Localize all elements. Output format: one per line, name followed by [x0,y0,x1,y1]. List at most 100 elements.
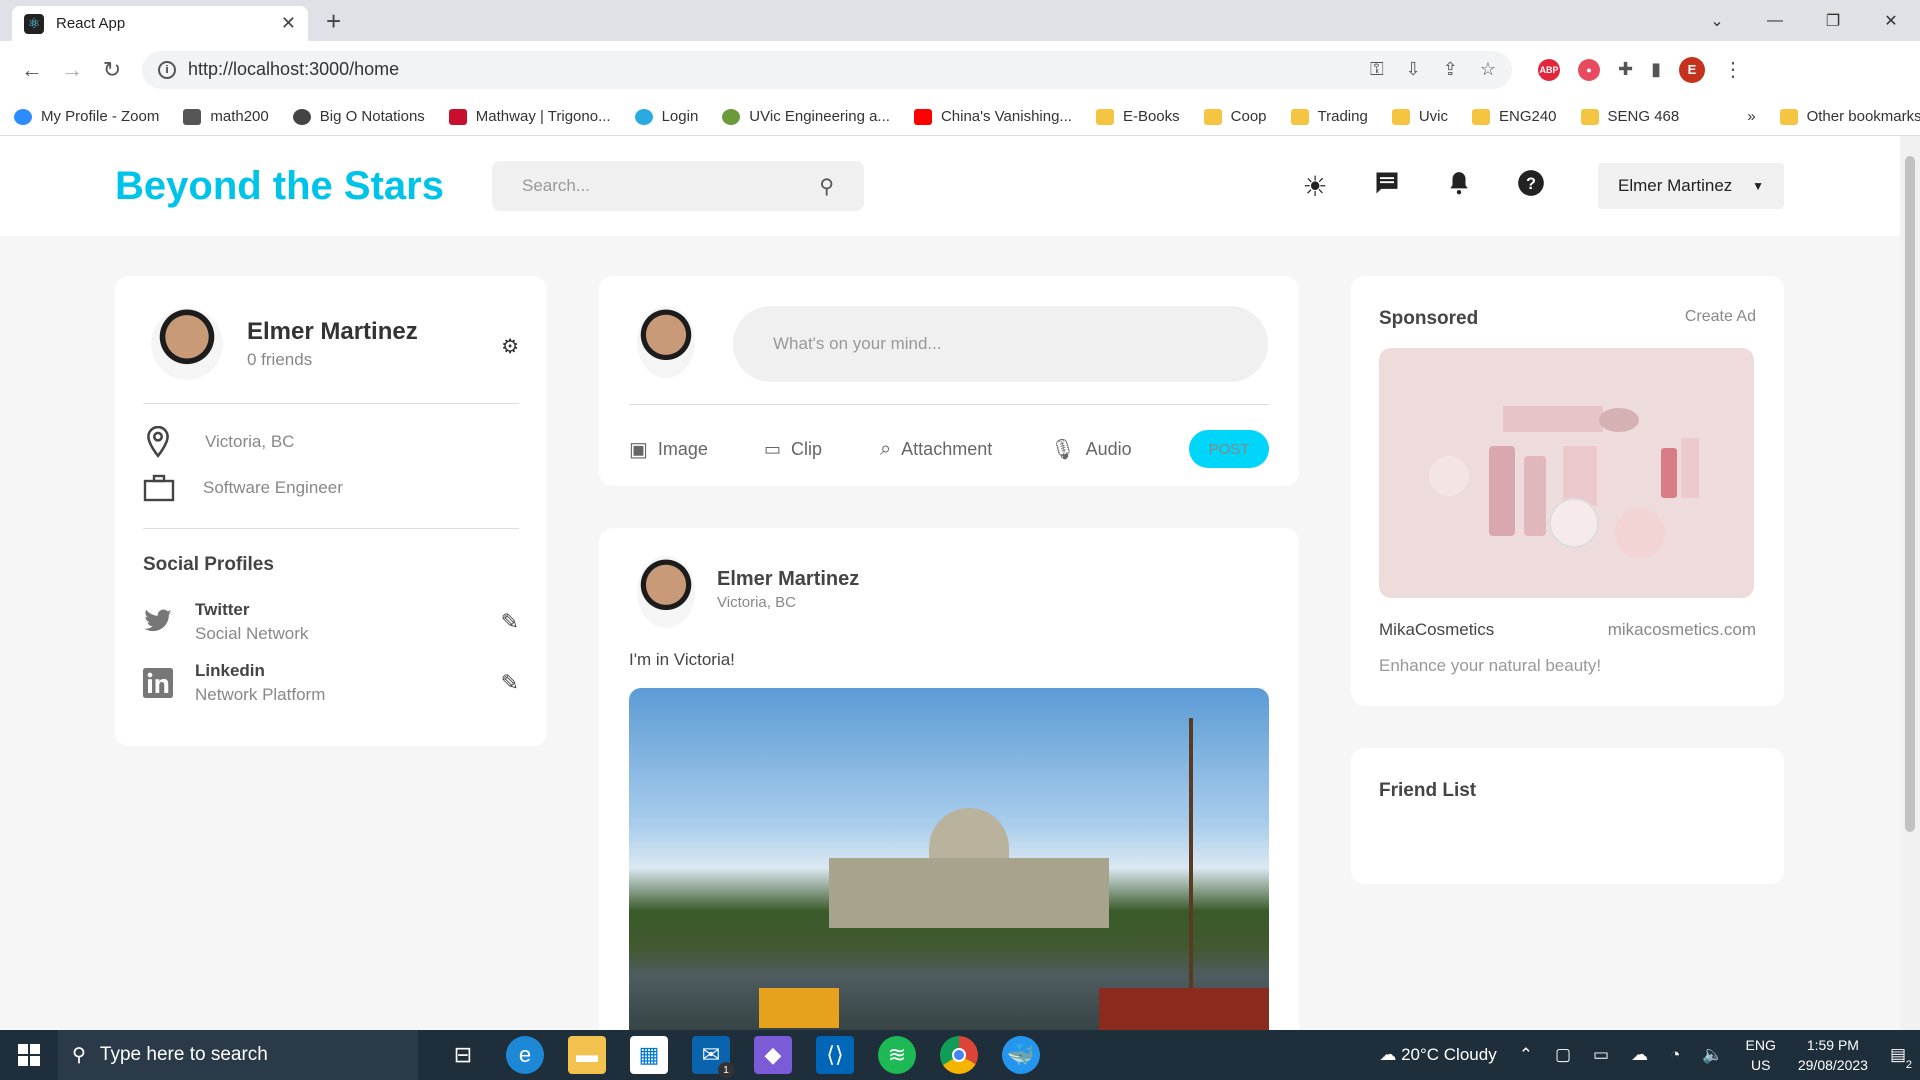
bookmark-folder[interactable]: E-Books [1095,108,1180,125]
profile-card: Elmer Martinez 0 friends ⚙ Victoria, BC … [115,276,547,746]
bookmark-folder[interactable]: ENG240 [1471,108,1557,125]
message-icon[interactable] [1372,169,1402,204]
bookmark-folder[interactable]: Uvic [1391,108,1448,125]
profile-avatar[interactable]: E [1679,56,1705,83]
user-dropdown[interactable]: Elmer Martinez ▼ [1598,163,1784,209]
manage-account-icon[interactable]: ⚙ [501,334,519,359]
battery-icon[interactable]: ▭ [1593,1045,1609,1065]
reload-icon[interactable]: ↻ [92,57,132,83]
bookmark-item[interactable]: Mathway | Trigono... [448,108,611,125]
create-ad-link[interactable]: Create Ad [1685,308,1756,326]
sidepanel-icon[interactable]: ▮ [1651,59,1661,80]
edge-icon[interactable]: e [506,1036,544,1074]
maximize-button[interactable]: ❐ [1804,0,1862,41]
bookmark-item[interactable]: Login [634,108,698,125]
tab-search-icon[interactable]: ⌄ [1688,0,1746,41]
bookmark-overflow-button[interactable]: » [1747,108,1755,125]
notification-center-icon[interactable]: ▤ 2 [1890,1045,1912,1071]
page-scrollbar[interactable] [1900,136,1920,1030]
search-input[interactable]: Search... ⚲ [492,161,864,211]
scrollbar-thumb[interactable] [1905,156,1915,832]
kebab-menu-icon[interactable]: ⋮ [1723,57,1743,82]
weather-widget[interactable]: ☁ 20°C Cloudy [1379,1045,1496,1065]
taskbar-search-placeholder: Type here to search [99,1044,268,1065]
forward-icon[interactable]: → [52,57,92,83]
notifications-icon[interactable] [1444,169,1474,204]
share-icon[interactable]: ⇪ [1443,59,1458,80]
close-window-button[interactable]: ✕ [1862,0,1920,41]
bookmarks-bar: My Profile - Zoom math200 Big O Notation… [0,98,1920,136]
bookmark-folder[interactable]: Coop [1203,108,1267,125]
attachment-action[interactable]: ⌕ Attachment [880,438,992,461]
install-icon[interactable]: ⇩ [1406,59,1421,80]
help-icon[interactable]: ? [1516,169,1546,204]
avatar[interactable] [637,306,695,378]
spotify-icon[interactable]: ≋ [878,1036,916,1074]
image-action[interactable]: ▣ Image [629,437,708,462]
volume-icon[interactable]: 🔈 [1702,1045,1723,1065]
edit-icon[interactable]: ✎ [501,609,519,635]
key-icon[interactable]: ⚿ [1370,59,1384,80]
windows-start-icon[interactable] [0,1030,58,1080]
bookmark-folder[interactable]: Trading [1290,108,1368,125]
site-info-icon[interactable]: i [158,60,176,79]
search-icon[interactable]: ⚲ [819,174,834,199]
back-icon[interactable]: ← [12,57,52,83]
minimize-button[interactable]: — [1746,0,1804,41]
docker-icon[interactable]: 🐳 [1002,1036,1040,1074]
post-author[interactable]: Elmer Martinez [717,568,859,591]
browser-tab[interactable]: ⚛ React App ✕ [12,6,308,41]
ad-site-link[interactable]: mikacosmetics.com [1608,620,1756,640]
audio-action[interactable]: 🎙 Audio [1050,437,1131,462]
app-logo[interactable]: Beyond the Stars [115,164,444,209]
chrome-icon[interactable] [940,1036,978,1074]
bookmark-item[interactable]: My Profile - Zoom [14,108,159,125]
light-mode-icon[interactable]: ☀ [1300,170,1330,203]
bookmark-item[interactable]: math200 [183,108,269,125]
social-name[interactable]: Twitter [195,600,308,620]
extension-icon[interactable]: ● [1578,58,1600,81]
ad-image[interactable] [1379,348,1754,598]
bookmark-star-icon[interactable]: ☆ [1480,59,1496,80]
linkedin-icon [143,668,173,698]
bookmark-item[interactable]: Big O Notations [292,108,425,125]
other-bookmarks-folder[interactable]: Other bookmarks [1779,108,1920,125]
file-explorer-icon[interactable]: ▬ [568,1036,606,1074]
copilot-icon[interactable]: ◆ [754,1036,792,1074]
meet-icon[interactable]: ▢ [1555,1045,1571,1065]
url-field[interactable]: i http://localhost:3000/home ⚿ ⇩ ⇪ ☆ [142,50,1512,89]
chevron-up-icon[interactable]: ⌃ [1519,1045,1533,1065]
cosmetic-compact [1549,498,1599,548]
cosmetic-tube [1489,446,1515,536]
onedrive-icon[interactable]: ☁ [1631,1045,1648,1065]
store-icon[interactable]: ▦ [630,1036,668,1074]
vscode-icon[interactable]: ⟨⟩ [816,1036,854,1074]
mail-icon[interactable]: ✉ 1 [692,1036,734,1078]
post-input[interactable]: What's on your mind... [733,306,1268,382]
social-name[interactable]: Linkedin [195,661,325,681]
wifi-icon[interactable]: ◔ [1670,1045,1680,1065]
post-image[interactable] [629,688,1269,1048]
edit-icon[interactable]: ✎ [501,670,519,696]
avatar[interactable] [151,308,223,380]
language-indicator[interactable]: ENG US [1746,1035,1776,1075]
close-tab-icon[interactable]: ✕ [281,13,296,34]
post-location: Victoria, BC [717,594,796,611]
adblock-icon[interactable]: ABP [1538,58,1560,81]
task-view-icon[interactable]: ⊟ [444,1036,482,1074]
cosmetic-compact [1615,508,1665,558]
puzzle-icon[interactable]: ✚ [1618,59,1633,80]
bookmark-item[interactable]: China's Vanishing... [913,108,1072,125]
profile-name[interactable]: Elmer Martinez [247,318,418,346]
avatar[interactable] [637,556,695,628]
clock[interactable]: 1:59 PM 29/08/2023 [1798,1035,1868,1075]
clip-action[interactable]: ▭ Clip [764,439,822,460]
boat [759,988,839,1028]
main-content: Elmer Martinez 0 friends ⚙ Victoria, BC … [0,236,1900,1048]
new-tab-button[interactable]: + [326,8,341,34]
bookmark-item[interactable]: UVic Engineering a... [722,108,890,125]
bookmark-folder[interactable]: SENG 468 [1580,108,1679,125]
social-profile-linkedin: Linkedin Network Platform ✎ [143,661,519,705]
taskbar-search[interactable]: ⚲ Type here to search [58,1030,418,1080]
post-button[interactable]: POST [1189,430,1269,468]
